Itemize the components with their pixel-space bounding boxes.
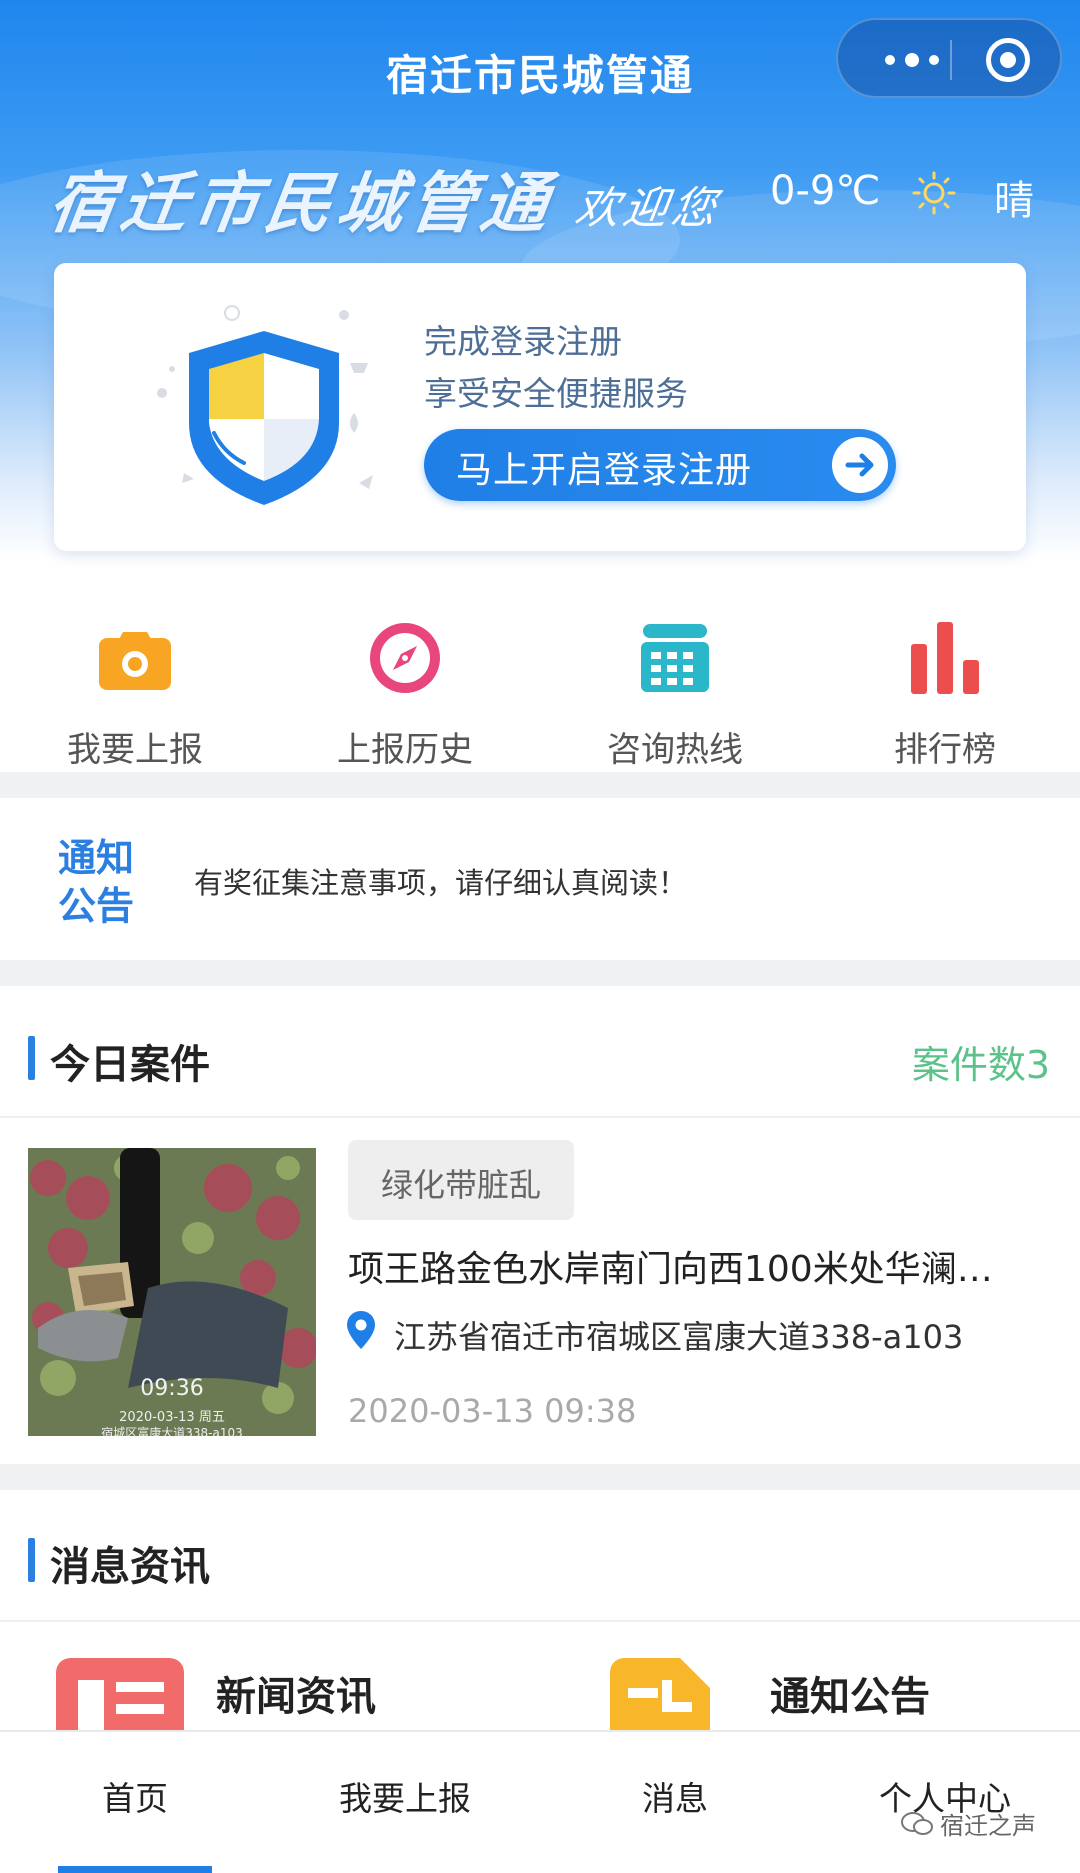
tab-home[interactable]: 首页: [0, 1772, 270, 1820]
section-title: 今日案件: [50, 1042, 210, 1088]
notice-tag: 通知公告: [58, 836, 135, 928]
login-register-button[interactable]: 马上开启登录注册: [424, 429, 896, 501]
case-card[interactable]: 09:36 2020-03-13 周五 宿城区富康大道338-a103 绿化带脏…: [0, 1118, 1080, 1462]
shield-icon: [157, 305, 373, 505]
login-prompt-line1: 完成登录注册: [424, 322, 622, 361]
telephone-icon: [641, 624, 709, 692]
newspaper-icon: [56, 1658, 184, 1732]
menu-label: 我要上报: [67, 730, 203, 770]
bottom-tab-bar: 首页 我要上报 消息 个人中心: [0, 1730, 1080, 1873]
menu-label: 排行榜: [894, 730, 996, 770]
login-button-label: 马上开启登录注册: [456, 450, 753, 491]
today-cases-header: 今日案件 案件数3: [0, 988, 1080, 1118]
news-item-label: 通知公告: [770, 1674, 930, 1720]
login-card: 完成登录注册 享受安全便捷服务 马上开启登录注册: [54, 263, 1026, 551]
dot-icon: [905, 53, 919, 67]
tab-messages[interactable]: 消息: [540, 1772, 810, 1820]
dot-icon: [885, 55, 895, 65]
sun-icon: [912, 171, 956, 215]
case-address: 江苏省宿迁市宿城区富康大道338-a103: [394, 1318, 964, 1356]
news-header: 消息资讯: [0, 1490, 1080, 1622]
more-menu-button[interactable]: [862, 42, 962, 78]
quick-menu: 我要上报 上报历史 咨询热线 排行榜: [0, 600, 1080, 770]
menu-label: 咨询热线: [607, 730, 743, 770]
news-row: 新闻资讯 通知公告: [0, 1622, 1080, 1732]
location-pin-icon: [347, 1311, 375, 1349]
section-divider: [0, 960, 1080, 986]
photo-address-stamp: 宿城区富康大道338-a103: [101, 1426, 243, 1436]
active-tab-indicator: [58, 1866, 212, 1873]
bar-chart-icon: [911, 622, 979, 694]
case-count[interactable]: 案件数3: [912, 1034, 1050, 1089]
menu-hotline[interactable]: 咨询热线: [540, 600, 810, 770]
wechat-icon: [901, 1811, 933, 1835]
miniprogram-capsule: [836, 18, 1062, 98]
login-prompt-line2: 享受安全便捷服务: [424, 374, 688, 413]
compass-icon: [370, 623, 440, 693]
section-title: 消息资讯: [50, 1544, 210, 1590]
menu-report-history[interactable]: 上报历史: [270, 600, 540, 770]
case-category-label: 绿化带脏乱: [380, 1166, 541, 1204]
section-divider: [0, 1464, 1080, 1490]
banner-slogan: 宿迁市民城管通: [43, 165, 559, 242]
menu-report[interactable]: 我要上报: [0, 600, 270, 770]
news-item-news[interactable]: 新闻资讯: [56, 1622, 516, 1732]
notice-bar[interactable]: 通知公告 有奖征集注意事项，请仔细认真阅读！: [0, 800, 1080, 958]
menu-label: 上报历史: [337, 730, 473, 770]
section-accent-bar: [28, 1036, 35, 1080]
notice-text: 有奖征集注意事项，请仔细认真阅读！: [194, 866, 688, 900]
case-time: 2020-03-13 09:38: [348, 1392, 637, 1430]
menu-ranking[interactable]: 排行榜: [810, 600, 1080, 770]
temperature-text: 0-9℃: [770, 168, 881, 214]
case-category-tag: 绿化带脏乱: [348, 1140, 574, 1220]
photo-time-stamp: 09:36: [140, 1376, 204, 1401]
dot-icon: [929, 55, 939, 65]
case-photo: 09:36 2020-03-13 周五 宿城区富康大道338-a103: [28, 1148, 316, 1436]
close-miniprogram-icon[interactable]: [986, 38, 1030, 82]
watermark: 宿迁之声: [900, 1806, 1036, 1841]
watermark-text: 宿迁之声: [940, 1812, 1036, 1840]
section-divider: [0, 772, 1080, 798]
news-item-notice[interactable]: 通知公告: [610, 1622, 1050, 1732]
photo-date-stamp: 2020-03-13 周五: [119, 1410, 225, 1425]
document-icon: [610, 1658, 710, 1732]
news-item-label: 新闻资讯: [216, 1674, 376, 1720]
section-accent-bar: [28, 1538, 35, 1582]
weather-text: 晴: [994, 178, 1034, 224]
camera-icon: [99, 632, 171, 690]
banner-welcome: 欢迎您: [571, 183, 723, 234]
case-title: 项王路金色水岸南门向西100米处华澜…: [348, 1249, 993, 1290]
tab-report[interactable]: 我要上报: [270, 1772, 540, 1820]
arrow-right-icon: [832, 437, 888, 493]
capsule-divider: [950, 40, 952, 80]
